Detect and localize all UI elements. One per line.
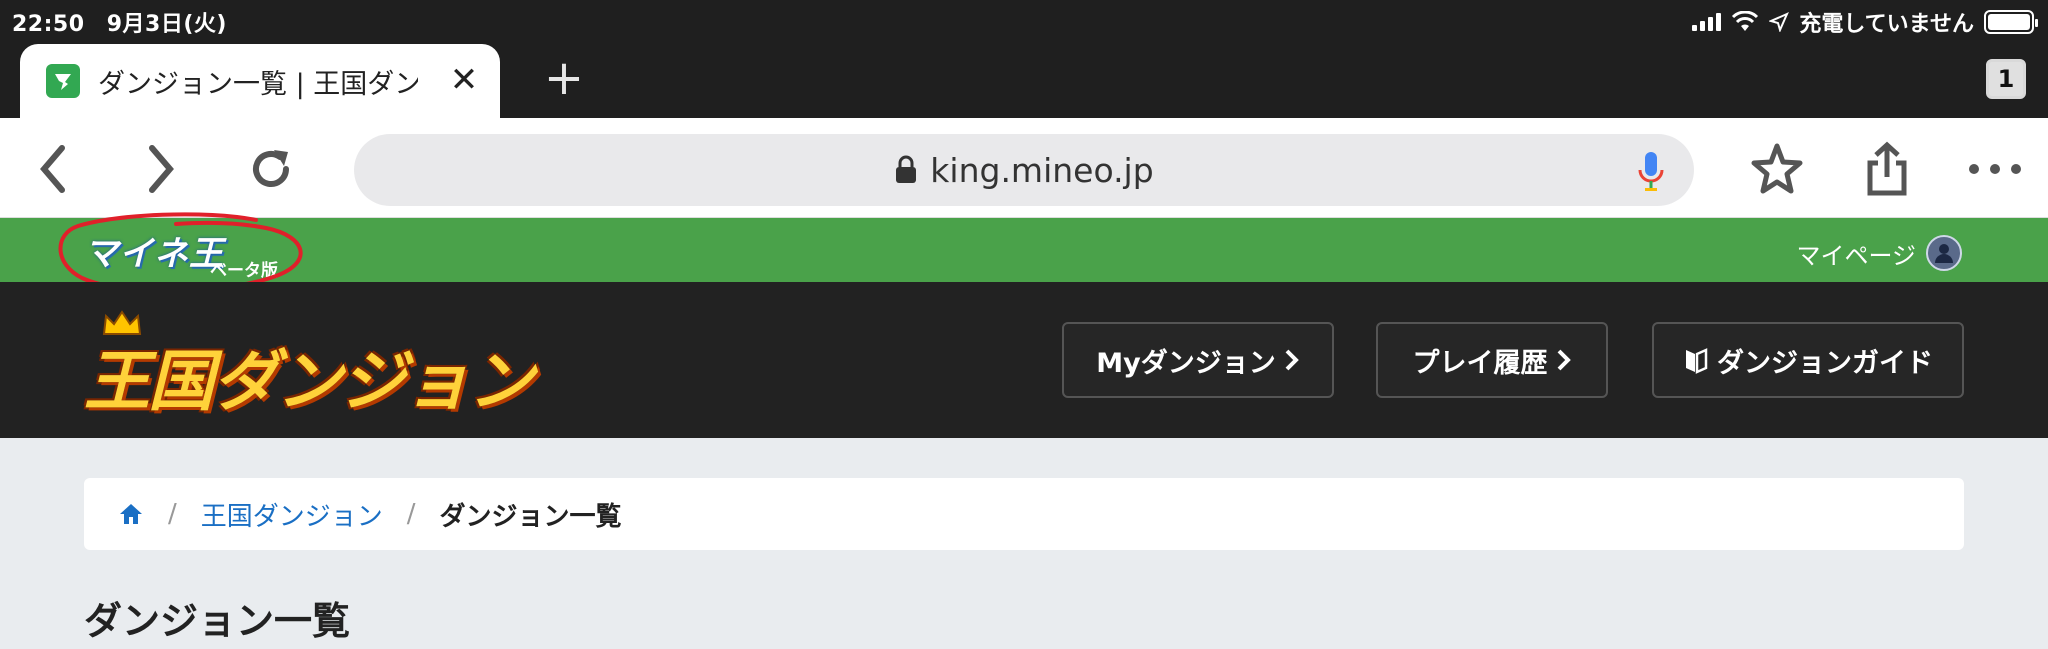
mineo-logo: マイネ王	[84, 234, 224, 274]
address-bar[interactable]: king.mineo.jp	[354, 134, 1694, 206]
breadcrumb-separator: /	[168, 499, 177, 529]
brand-title: 王国ダンジョン	[84, 343, 534, 420]
chevron-left-icon	[40, 145, 65, 193]
play-history-button[interactable]: プレイ履歴	[1376, 322, 1608, 398]
back-button[interactable]	[24, 140, 82, 198]
dungeon-guide-button[interactable]: ダンジョンガイド	[1652, 322, 1964, 398]
tab-title: ダンジョン一覧 | 王国ダン	[98, 68, 418, 100]
status-time: 22:50 9月3日(火)	[12, 6, 227, 38]
play-history-label: プレイ履歴	[1412, 347, 1548, 379]
reload-icon	[253, 150, 289, 187]
breadcrumb-current: ダンジョン一覧	[439, 501, 622, 532]
location-icon	[1769, 12, 1790, 32]
more-menu-button[interactable]	[1966, 140, 2024, 198]
chevron-right-icon	[1285, 349, 1299, 371]
home-icon[interactable]	[118, 502, 144, 526]
url-text: king.mineo.jp	[930, 150, 1154, 190]
tab-count-button[interactable]: 1	[1986, 59, 2026, 99]
breadcrumb-link-kingdom-dungeon[interactable]: 王国ダンジョン	[201, 496, 383, 533]
mypage-label: マイページ	[1796, 241, 1916, 270]
browser-tab[interactable]: ダンジョン一覧 | 王国ダン ✕	[20, 44, 500, 118]
my-dungeon-label: Myダンジョン	[1096, 347, 1276, 379]
status-bar: 22:50 9月3日(火) 充電していません	[0, 0, 2048, 42]
avatar	[1926, 235, 1962, 271]
clock: 22:50	[12, 12, 85, 37]
favicon-icon	[46, 64, 80, 98]
chevron-right-icon	[1557, 349, 1571, 371]
microphone-icon	[1638, 152, 1664, 191]
page-title: ダンジョン一覧	[84, 599, 351, 643]
voice-search-button[interactable]	[1636, 150, 1666, 196]
tab-strip: ダンジョン一覧 | 王国ダン ✕ + 1	[0, 42, 2048, 118]
bookmark-button[interactable]	[1748, 140, 1806, 198]
user-avatar-icon	[1935, 244, 1953, 263]
site-header: 王国ダンジョン Myダンジョン プレイ履歴 ダンジョンガイド	[0, 282, 2048, 438]
browser-toolbar: king.mineo.jp	[0, 118, 2048, 218]
lock-icon	[896, 155, 917, 183]
new-tab-button[interactable]: +	[540, 54, 588, 104]
battery-icon	[1984, 10, 2038, 34]
book-icon	[1686, 348, 1708, 374]
dungeon-guide-label: ダンジョンガイド	[1717, 347, 1933, 379]
wifi-icon	[1732, 11, 1759, 31]
close-tab-icon[interactable]: ✕	[446, 62, 482, 98]
mineo-logo-link[interactable]: マイネ王 ベータ版	[84, 226, 278, 281]
breadcrumb-separator: /	[406, 499, 416, 529]
chevron-right-icon	[149, 145, 174, 193]
date: 9月3日(火)	[106, 12, 227, 37]
share-button[interactable]	[1858, 140, 1916, 198]
charging-status: 充電していません	[1799, 12, 1974, 37]
more-dots-icon	[1969, 164, 2021, 174]
site-topbar: マイネ王 ベータ版 マイページ	[0, 218, 2048, 282]
kingdom-dungeon-logo[interactable]: 王国ダンジョン	[84, 300, 534, 420]
my-dungeon-button[interactable]: Myダンジョン	[1062, 322, 1334, 398]
breadcrumb: / 王国ダンジョン / ダンジョン一覧	[84, 478, 1964, 550]
share-icon	[1867, 141, 1907, 196]
star-icon	[1751, 143, 1803, 194]
forward-button[interactable]	[132, 140, 190, 198]
beta-label: ベータ版	[210, 261, 278, 281]
mypage-link[interactable]: マイページ	[1796, 235, 1962, 271]
reload-button[interactable]	[242, 140, 300, 198]
status-indicators: 充電していません	[1692, 6, 2038, 38]
cellular-signal-icon	[1692, 13, 1722, 31]
